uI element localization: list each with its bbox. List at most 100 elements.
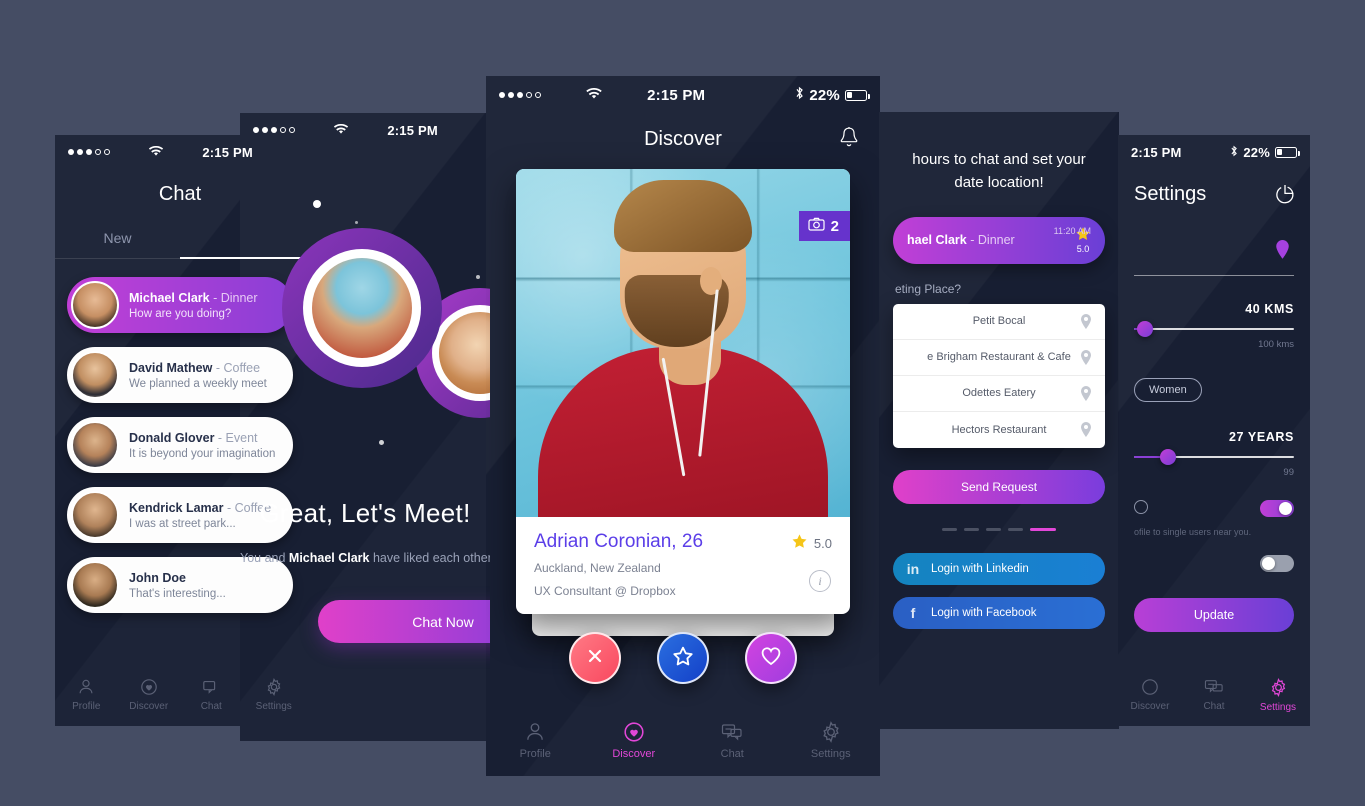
logout-icon[interactable] (1274, 183, 1296, 211)
photo-count-badge[interactable]: 2 (798, 211, 850, 241)
facebook-login-button[interactable]: f Login with Facebook (893, 596, 1105, 629)
tab-settings[interactable]: Settings (1246, 677, 1310, 713)
gender-chip-women[interactable]: Women (1134, 378, 1202, 402)
tab-chat[interactable]: Chat (1182, 678, 1246, 712)
rating-value: 5.0 (813, 535, 832, 551)
wifi-icon (586, 87, 602, 104)
decor-dot (476, 275, 480, 279)
info-icon[interactable]: i (809, 570, 831, 592)
avatar (71, 351, 119, 399)
tab-new[interactable]: New (55, 230, 180, 246)
pager-dot[interactable] (986, 527, 1001, 531)
list-item[interactable]: Odettes Eatery (893, 376, 1105, 412)
facebook-icon: f (910, 604, 916, 621)
profile-card[interactable]: 2 Adrian Coronian, 26 Auckland, New Zeal… (516, 169, 850, 614)
mockup-stage: 2:15 PM Chat New Michael Clark - Dinner … (0, 0, 1365, 806)
camera-icon (808, 217, 825, 235)
phone-discover-screen: 2:15 PM 22% Discover 2 Adrian Coronian, … (486, 76, 880, 776)
distance-max: 100 kms (1258, 339, 1294, 350)
heart-icon (759, 645, 783, 672)
send-request-button[interactable]: Send Request (893, 469, 1105, 504)
tab-discover[interactable]: Discover (1118, 678, 1182, 712)
tab-label: Chat (200, 701, 222, 712)
map-pin-icon (1080, 421, 1092, 441)
update-button[interactable]: Update (1134, 598, 1294, 632)
visibility-setting: ofile to single users near you. (1134, 500, 1294, 537)
decor-dot (355, 221, 358, 224)
secondary-toggle[interactable] (1260, 555, 1294, 572)
decor-dot (313, 200, 321, 208)
match-message: Great, Let's Meet! You and Michael Clark… (240, 498, 490, 565)
pager-dot[interactable] (1008, 527, 1023, 531)
tab-label: Settings (810, 747, 851, 760)
tab-label: Profile (72, 701, 101, 712)
last-message: That's interesting... (129, 587, 226, 600)
swipe-actions (486, 632, 880, 684)
bluetooth-icon (1230, 145, 1238, 160)
tab-label: Discover (129, 701, 169, 712)
list-item[interactable]: John Doe That's interesting... (67, 557, 293, 613)
distance-slider[interactable] (1134, 321, 1294, 337)
tab-settings[interactable]: Settings (782, 720, 881, 760)
place-list: Petit Bocal e Brigham Restaurant & Cafe … (893, 303, 1105, 448)
gender-setting: Women (1134, 378, 1294, 402)
match-summary-card[interactable]: hael Clark - Dinner 5.0 11:20 AM (893, 216, 1105, 264)
profile-rating: 5.0 (791, 533, 832, 553)
pager-dot-active[interactable] (1030, 527, 1056, 531)
wifi-icon (334, 123, 349, 138)
chat-now-button[interactable]: Chat Now (318, 600, 490, 643)
profile-icon (77, 678, 95, 696)
age-slider[interactable] (1134, 449, 1294, 465)
like-button[interactable] (745, 632, 797, 684)
match-name: hael Clark - Dinner (907, 233, 1015, 247)
list-item[interactable]: e Brigham Restaurant & Cafe (893, 340, 1105, 376)
last-message: How are you doing? (129, 307, 232, 320)
bluetooth-icon (795, 86, 804, 104)
battery-icon (1275, 146, 1300, 158)
profile-location: Auckland, New Zealand (534, 561, 661, 575)
avatar (71, 561, 119, 609)
avatar (71, 491, 119, 539)
gear-icon (1269, 677, 1288, 697)
tab-settings[interactable]: Settings (243, 678, 306, 712)
gear-icon (820, 720, 842, 743)
tab-label: Chat (1203, 701, 1225, 712)
tab-label: Settings (255, 701, 292, 712)
tab-discover[interactable]: Discover (585, 721, 684, 760)
facebook-label: Login with Facebook (931, 606, 1037, 619)
tab-profile[interactable]: Profile (55, 678, 118, 712)
location-field[interactable] (1134, 238, 1294, 276)
chat-icon (721, 721, 743, 743)
list-item[interactable]: Petit Bocal (893, 304, 1105, 340)
profile-name: Adrian Coronian, 26 (534, 531, 704, 552)
tab-discover[interactable]: Discover (118, 678, 181, 712)
heart-icon (623, 721, 645, 743)
list-item[interactable]: Hectors Restaurant (893, 412, 1105, 448)
pager-dot[interactable] (964, 527, 979, 531)
battery-percent: 22% (809, 86, 840, 104)
status-bar: 2:15 PM (240, 113, 490, 147)
tab-chat[interactable]: Chat (683, 721, 782, 760)
phone-match-screen: 2:15 PM Great, Let's Meet! You and Micha… (240, 113, 490, 741)
slider-knob[interactable] (1137, 321, 1154, 337)
tab-chat[interactable]: Chat (180, 678, 243, 712)
linkedin-login-button[interactable]: in Login with Linkedin (893, 552, 1105, 585)
tab-profile[interactable]: Profile (486, 721, 585, 760)
status-bar: 2:15 PM 22% (486, 76, 880, 114)
contact-name: Michael Clark - Dinner (129, 290, 258, 305)
profile-photo: 2 (516, 169, 850, 517)
linkedin-icon: in (906, 560, 920, 577)
dislike-button[interactable] (569, 632, 621, 684)
status-time: 2:15 PM (387, 122, 438, 138)
match-subtext: You and Michael Clark have liked each ot… (240, 551, 490, 565)
slider-knob[interactable] (1159, 449, 1176, 465)
distance-setting: 40 KMS 100 kms (1134, 302, 1294, 350)
tab-label: Settings (1259, 701, 1297, 713)
superlike-button[interactable] (657, 632, 709, 684)
age-value: 27 YEARS (1228, 430, 1294, 444)
bell-icon[interactable] (838, 126, 860, 156)
heart-icon (140, 678, 158, 696)
pager-dot[interactable] (942, 527, 957, 531)
visibility-toggle[interactable] (1260, 500, 1294, 517)
match-headline: Great, Let's Meet! (259, 498, 471, 528)
